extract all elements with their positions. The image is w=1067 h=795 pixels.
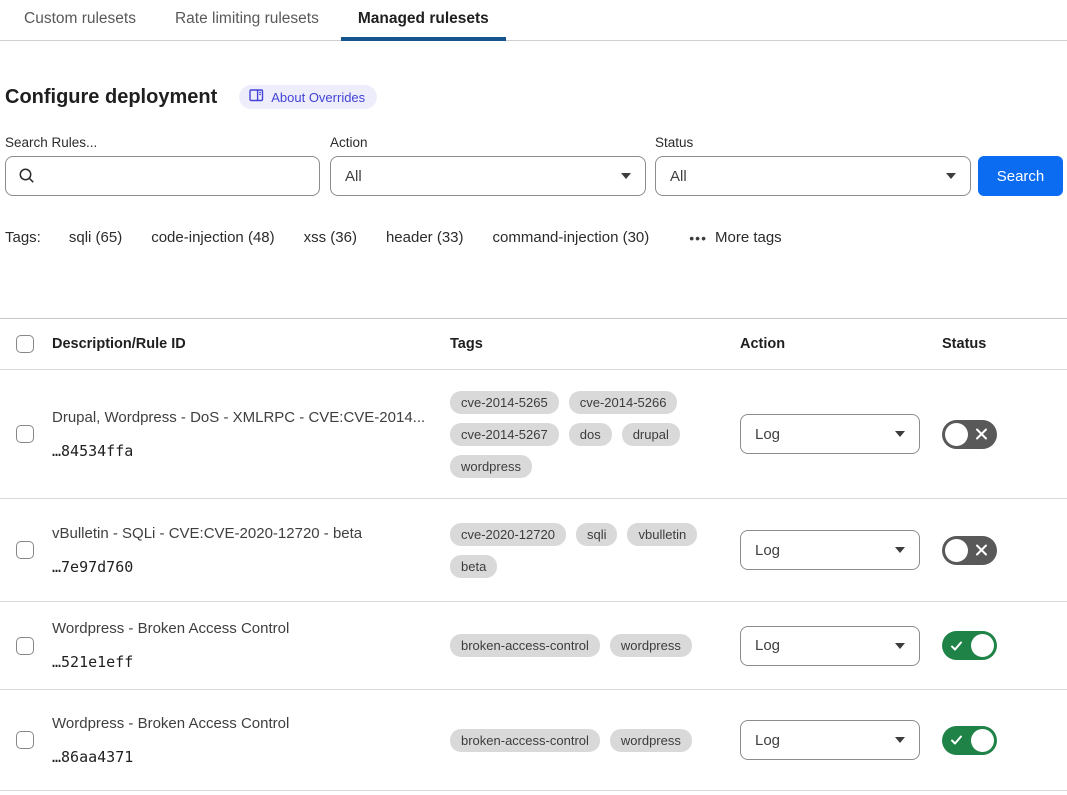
tags-bar: Tags: sqli (65) code-injection (48) xss … — [5, 229, 1067, 246]
tag-filter-code-injection[interactable]: code-injection (48) — [151, 229, 274, 246]
tag-pill: wordpress — [610, 634, 692, 657]
tab-custom-rulesets[interactable]: Custom rulesets — [7, 0, 153, 41]
tag-filter-sqli[interactable]: sqli (65) — [69, 229, 122, 246]
action-filter-select[interactable]: All — [330, 156, 646, 196]
table-row: Wordpress - Broken Access Control …86aa4… — [0, 689, 1067, 790]
tag-pill: wordpress — [450, 455, 532, 478]
tab-rate-limiting-rulesets[interactable]: Rate limiting rulesets — [158, 0, 336, 41]
col-header-action: Action — [740, 336, 942, 352]
table-row: vBulletin - SQLi - CVE:CVE-2020-12720 - … — [0, 498, 1067, 601]
status-filter-value: All — [670, 168, 687, 185]
table-header-row: Description/Rule ID Tags Action Status — [0, 319, 1067, 369]
tab-managed-rulesets[interactable]: Managed rulesets — [341, 0, 506, 41]
x-icon — [975, 544, 988, 557]
x-icon — [975, 428, 988, 441]
more-tags-label: More tags — [715, 229, 782, 246]
tag-pill: drupal — [622, 423, 680, 446]
action-filter-label: Action — [330, 135, 655, 150]
row-action-select[interactable]: Log — [740, 414, 920, 454]
select-all-checkbox[interactable] — [16, 335, 34, 353]
tag-filter-xss[interactable]: xss (36) — [304, 229, 357, 246]
row-checkbox[interactable] — [16, 637, 34, 655]
tag-pill: sqli — [576, 523, 618, 546]
rule-description: Wordpress - Broken Access Control — [52, 620, 450, 637]
row-action-value: Log — [755, 637, 780, 654]
table-row: Drupal, Wordpress - DoS - XMLRPC - CVE:C… — [0, 369, 1067, 498]
rule-id: …521e1eff — [52, 653, 450, 671]
rule-tags: broken-access-control wordpress — [450, 729, 740, 752]
search-icon — [18, 167, 36, 185]
rule-tags: cve-2014-5265 cve-2014-5266 cve-2014-526… — [450, 391, 740, 478]
toggle-knob — [945, 423, 968, 446]
tag-filter-command-injection[interactable]: command-injection (30) — [493, 229, 650, 246]
status-filter-select[interactable]: All — [655, 156, 971, 196]
toggle-knob — [971, 729, 994, 752]
row-action-select[interactable]: Log — [740, 720, 920, 760]
rule-tags: broken-access-control wordpress — [450, 634, 740, 657]
row-checkbox[interactable] — [16, 731, 34, 749]
check-icon — [950, 639, 963, 652]
col-header-description: Description/Rule ID — [52, 336, 450, 352]
search-input[interactable] — [5, 156, 320, 196]
about-overrides-label: About Overrides — [271, 90, 365, 105]
chevron-down-icon — [946, 173, 956, 179]
chevron-down-icon — [895, 431, 905, 437]
about-overrides-badge[interactable]: About Overrides — [239, 85, 377, 109]
row-action-select[interactable]: Log — [740, 530, 920, 570]
status-filter-label: Status — [655, 135, 978, 150]
tag-pill: wordpress — [610, 729, 692, 752]
tag-pill: dos — [569, 423, 612, 446]
rule-status-toggle[interactable] — [942, 631, 997, 660]
tag-pill: broken-access-control — [450, 729, 600, 752]
page-header: Configure deployment About Overrides — [5, 85, 1067, 109]
tags-bar-label: Tags: — [5, 229, 41, 246]
rule-description: vBulletin - SQLi - CVE:CVE-2020-12720 - … — [52, 525, 450, 542]
row-checkbox[interactable] — [16, 425, 34, 443]
search-button[interactable]: Search — [978, 156, 1063, 196]
chevron-down-icon — [895, 547, 905, 553]
page-title: Configure deployment — [5, 86, 217, 109]
col-header-status: Status — [942, 336, 1067, 352]
check-icon — [950, 734, 963, 747]
col-header-tags: Tags — [450, 336, 740, 352]
tag-pill: broken-access-control — [450, 634, 600, 657]
rules-table: Description/Rule ID Tags Action Status D… — [0, 318, 1067, 791]
tag-filter-header[interactable]: header (33) — [386, 229, 464, 246]
chevron-down-icon — [895, 737, 905, 743]
rule-id: …7e97d760 — [52, 558, 450, 576]
action-filter-value: All — [345, 168, 362, 185]
rule-status-toggle[interactable] — [942, 420, 997, 449]
more-tags-button[interactable]: ••• More tags — [689, 229, 781, 246]
rule-status-toggle[interactable] — [942, 726, 997, 755]
toggle-knob — [971, 634, 994, 657]
rule-description: Wordpress - Broken Access Control — [52, 715, 450, 732]
ruleset-tabbar: Custom rulesets Rate limiting rulesets M… — [0, 0, 1067, 41]
tag-pill: cve-2020-12720 — [450, 523, 566, 546]
row-action-value: Log — [755, 426, 780, 443]
row-action-select[interactable]: Log — [740, 626, 920, 666]
row-checkbox[interactable] — [16, 541, 34, 559]
rule-description: Drupal, Wordpress - DoS - XMLRPC - CVE:C… — [52, 409, 450, 426]
chevron-down-icon — [621, 173, 631, 179]
toggle-knob — [945, 539, 968, 562]
tag-pill: cve-2014-5265 — [450, 391, 559, 414]
ellipsis-icon: ••• — [689, 230, 707, 246]
tag-pill: cve-2014-5266 — [569, 391, 678, 414]
rule-id: …84534ffa — [52, 442, 450, 460]
filter-row: Search Rules... Action All Status All Se… — [5, 135, 1067, 196]
tag-pill: vbulletin — [627, 523, 697, 546]
chevron-down-icon — [895, 643, 905, 649]
tag-pill: beta — [450, 555, 497, 578]
rule-tags: cve-2020-12720 sqli vbulletin beta — [450, 523, 740, 578]
row-action-value: Log — [755, 732, 780, 749]
tag-pill: cve-2014-5267 — [450, 423, 559, 446]
rule-id: …86aa4371 — [52, 748, 450, 766]
table-row: Wordpress - Broken Access Control …521e1… — [0, 601, 1067, 689]
rule-status-toggle[interactable] — [942, 536, 997, 565]
row-action-value: Log — [755, 542, 780, 559]
search-rules-label: Search Rules... — [5, 135, 330, 150]
book-icon — [249, 89, 264, 105]
